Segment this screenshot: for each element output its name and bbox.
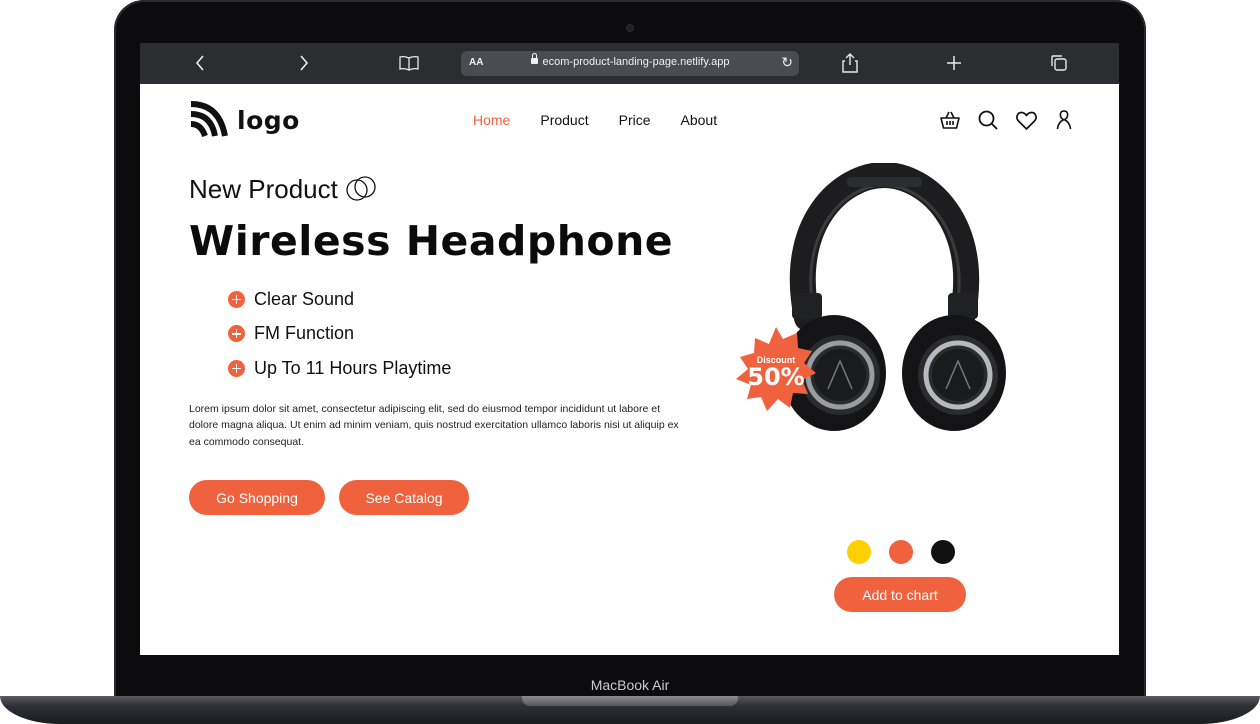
logo-text: logo (237, 105, 300, 135)
chevron-left-icon[interactable] (188, 51, 212, 75)
list-item: FM Function (228, 317, 451, 352)
lock-icon (530, 53, 538, 64)
heart-icon[interactable] (1015, 109, 1037, 131)
browser-screen: AA ecom-product-landing-page.netlify.app… (140, 43, 1119, 655)
see-catalog-button[interactable]: See Catalog (339, 480, 469, 515)
feature-text: Up To 11 Hours Playtime (254, 357, 452, 378)
plus-circle-icon (228, 325, 245, 343)
site-logo[interactable]: logo (189, 100, 300, 140)
share-icon[interactable] (838, 51, 862, 75)
color-swatches (847, 540, 955, 564)
hero-description: Lorem ipsum dolor sit amet, consectetur … (189, 402, 679, 448)
main-nav: Home Product Price About (473, 112, 747, 128)
nav-price[interactable]: Price (619, 112, 651, 128)
tabs-icon[interactable] (1047, 51, 1071, 75)
list-item: Clear Sound (228, 282, 451, 317)
nav-product[interactable]: Product (540, 112, 588, 128)
browser-toolbar: AA ecom-product-landing-page.netlify.app… (140, 43, 1119, 84)
discount-badge-value: 50% (747, 363, 804, 391)
hero-eyebrow: New Product (189, 174, 380, 205)
plus-icon[interactable] (942, 51, 966, 75)
logo-mark-icon (190, 101, 228, 138)
feature-text: Clear Sound (254, 288, 355, 309)
go-shopping-button[interactable]: Go Shopping (189, 480, 325, 515)
swatch-black[interactable] (931, 540, 955, 564)
plus-circle-icon (228, 290, 245, 308)
user-icon[interactable] (1053, 109, 1075, 131)
hero-title: Wireless Headphone (189, 217, 674, 265)
basket-icon[interactable] (939, 109, 961, 131)
reload-icon[interactable]: ↻ (781, 54, 793, 71)
device-label: MacBook Air (590, 677, 670, 693)
add-to-cart-button[interactable]: Add to chart (834, 577, 966, 612)
url-text[interactable]: ecom-product-landing-page.netlify.app (543, 56, 730, 68)
feature-text: FM Function (254, 323, 355, 344)
chevron-right-icon[interactable] (292, 51, 316, 75)
list-item: Up To 11 Hours Playtime (228, 351, 451, 386)
book-icon[interactable] (397, 51, 421, 75)
rings-icon (346, 175, 376, 201)
swatch-orange[interactable] (889, 540, 913, 564)
nav-home[interactable]: Home (473, 112, 510, 128)
camera-icon (627, 25, 633, 31)
plus-circle-icon (228, 359, 245, 377)
feature-list: Clear Sound FM Function Up To 11 Hours P… (228, 282, 451, 386)
header-actions (939, 109, 1075, 131)
swatch-yellow[interactable] (847, 540, 871, 564)
laptop-base-notch (522, 696, 738, 706)
search-icon[interactable] (977, 109, 999, 131)
nav-about[interactable]: About (681, 112, 718, 128)
headphone-image: Discount 50% (736, 163, 1006, 431)
eyebrow-text: New Product (189, 174, 338, 204)
address-bar[interactable]: AA ecom-product-landing-page.netlify.app… (461, 51, 799, 76)
